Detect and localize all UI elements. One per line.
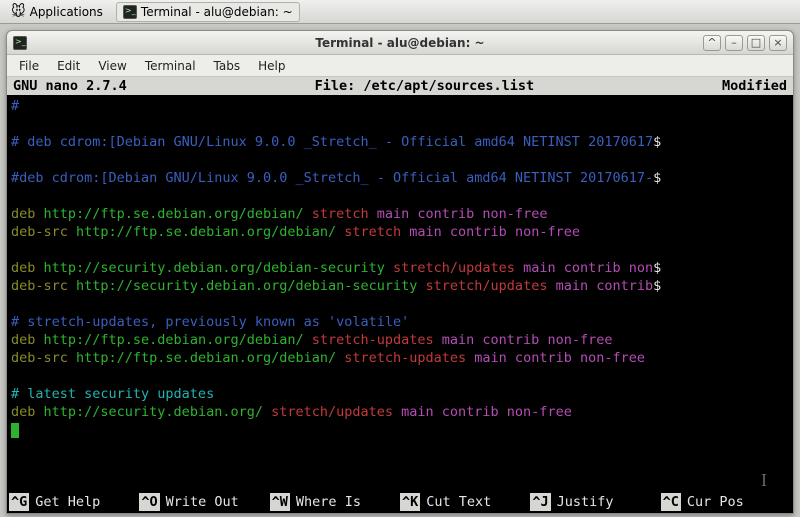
applications-icon: 🐭 (11, 4, 26, 20)
shortcut-justify[interactable]: ^J Justify (530, 493, 660, 511)
shortcut-key: ^W (270, 493, 290, 511)
editor-line[interactable]: deb-src http://security.debian.org/debia… (11, 277, 789, 295)
menubar: File Edit View Terminal Tabs Help (7, 55, 793, 77)
editor-line[interactable]: # (11, 97, 789, 115)
nano-shortcut-bar: ^G Get Help ^O Write Out ^W Where Is ^K … (7, 493, 793, 513)
editor-line[interactable]: deb-src http://ftp.se.debian.org/debian/… (11, 223, 789, 241)
window-maximize-button[interactable]: □ (747, 35, 765, 51)
terminal-window: Terminal - alu@debian: ~ ^ – □ × File Ed… (6, 30, 794, 514)
taskbar-item-label: Terminal - alu@debian: ~ (141, 5, 293, 19)
window-title: Terminal - alu@debian: ~ (7, 36, 793, 50)
menu-file[interactable]: File (11, 57, 47, 75)
editor-line[interactable] (11, 115, 789, 133)
menu-tabs[interactable]: Tabs (206, 57, 249, 75)
nano-titlebar: GNU nano 2.7.4 File: /etc/apt/sources.li… (7, 77, 793, 95)
mouse-text-cursor: I (761, 471, 767, 489)
window-controls: ^ – □ × (703, 35, 787, 51)
shortcut-cur-pos[interactable]: ^C Cur Pos (661, 493, 791, 511)
menu-view[interactable]: View (90, 57, 134, 75)
shortcut-label: Get Help (35, 493, 100, 511)
shortcut-label: Write Out (166, 493, 239, 511)
window-close-button[interactable]: × (769, 35, 787, 51)
shortcut-label: Justify (557, 493, 614, 511)
window-aux-button[interactable]: ^ (703, 35, 721, 51)
shortcut-label: Where Is (296, 493, 361, 511)
editor-line[interactable]: #deb cdrom:[Debian GNU/Linux 9.0.0 _Stre… (11, 169, 789, 187)
shortcut-key: ^C (661, 493, 681, 511)
shortcut-key: ^K (400, 493, 420, 511)
terminal-icon (123, 5, 137, 19)
shortcut-cut-text[interactable]: ^K Cut Text (400, 493, 530, 511)
shortcut-key: ^G (9, 493, 29, 511)
shortcut-key: ^O (139, 493, 159, 511)
menu-help[interactable]: Help (250, 57, 293, 75)
editor-line[interactable]: # latest security updates (11, 385, 789, 403)
shortcut-key: ^J (530, 493, 550, 511)
editor-line[interactable] (11, 187, 789, 205)
shortcut-label: Cut Text (426, 493, 491, 511)
editor-line[interactable]: # stretch-updates, previously known as '… (11, 313, 789, 331)
editor-line[interactable]: deb http://ftp.se.debian.org/debian/ str… (11, 331, 789, 349)
editor-cursor-line[interactable] (11, 421, 789, 439)
shortcut-label: Cur Pos (687, 493, 744, 511)
editor-line[interactable] (11, 241, 789, 259)
editor-line[interactable] (11, 151, 789, 169)
editor-line[interactable]: deb http://ftp.se.debian.org/debian/ str… (11, 205, 789, 223)
editor-line[interactable]: deb http://security.debian.org/debian-se… (11, 259, 789, 277)
shortcut-where-is[interactable]: ^W Where Is (270, 493, 400, 511)
window-minimize-button[interactable]: – (725, 35, 743, 51)
text-cursor (11, 423, 19, 438)
nano-editor-content[interactable]: # # deb cdrom:[Debian GNU/Linux 9.0.0 _S… (7, 95, 793, 439)
editor-line[interactable] (11, 367, 789, 385)
shortcut-get-help[interactable]: ^G Get Help (9, 493, 139, 511)
menu-edit[interactable]: Edit (49, 57, 88, 75)
desktop-panel: 🐭 Applications Terminal - alu@debian: ~ (0, 0, 800, 24)
terminal-icon (13, 36, 27, 50)
shortcut-write-out[interactable]: ^O Write Out (139, 493, 269, 511)
taskbar-item-terminal[interactable]: Terminal - alu@debian: ~ (116, 2, 300, 22)
window-titlebar[interactable]: Terminal - alu@debian: ~ ^ – □ × (7, 31, 793, 55)
menu-terminal[interactable]: Terminal (137, 57, 204, 75)
applications-label: Applications (30, 5, 103, 19)
nano-status: Modified (722, 77, 787, 95)
nano-file-label: File: /etc/apt/sources.list (127, 77, 722, 95)
applications-menu-button[interactable]: 🐭 Applications (4, 1, 110, 23)
editor-line[interactable]: deb-src http://ftp.se.debian.org/debian/… (11, 349, 789, 367)
editor-line[interactable]: deb http://security.debian.org/ stretch/… (11, 403, 789, 421)
editor-line[interactable] (11, 295, 789, 313)
nano-version: GNU nano 2.7.4 (13, 77, 127, 95)
editor-line[interactable]: # deb cdrom:[Debian GNU/Linux 9.0.0 _Str… (11, 133, 789, 151)
terminal-viewport[interactable]: GNU nano 2.7.4 File: /etc/apt/sources.li… (7, 77, 793, 513)
